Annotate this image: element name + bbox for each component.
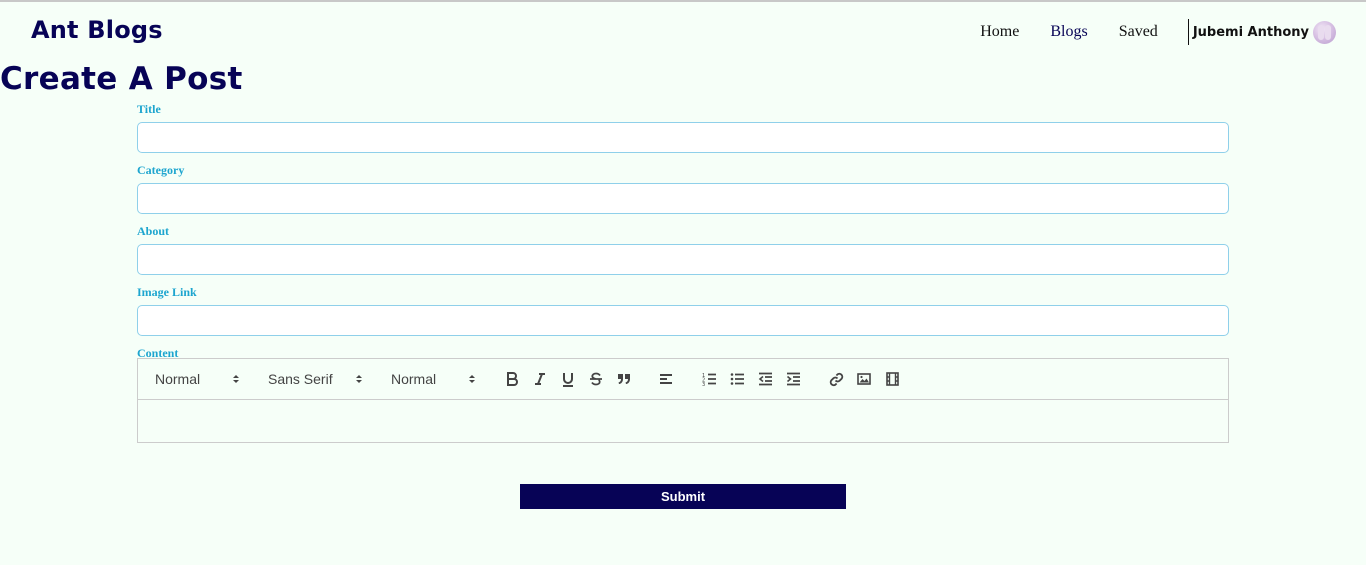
nav-home[interactable]: Home [980, 23, 1019, 41]
updown-arrow-icon [356, 375, 362, 383]
brand-logo[interactable]: Ant Blogs [31, 16, 163, 44]
image-link-label: Image Link [137, 285, 197, 299]
size-picker[interactable]: Normal [391, 371, 475, 387]
size-picker-label: Normal [391, 371, 437, 387]
user-name[interactable]: Jubemi Anthony [1193, 25, 1309, 40]
submit-button[interactable]: Submit [520, 484, 846, 509]
about-input[interactable] [137, 244, 1229, 275]
updown-arrow-icon [233, 375, 239, 383]
top-nav: Home Blogs Saved Jubemi Anthony [949, 19, 1336, 45]
svg-text:3: 3 [702, 382, 705, 386]
blockquote-icon[interactable] [614, 369, 634, 389]
font-picker[interactable]: Sans Serif [268, 371, 362, 387]
strikethrough-icon[interactable] [586, 369, 606, 389]
bullet-list-icon[interactable] [727, 369, 747, 389]
nav-divider [1187, 19, 1189, 45]
avatar[interactable] [1313, 20, 1336, 44]
bold-icon[interactable] [502, 369, 522, 389]
editor-toolbar: Normal Sans Serif Normal 1 2 3 [138, 359, 1228, 400]
updown-arrow-icon [469, 375, 475, 383]
ordered-list-icon[interactable]: 123 [699, 369, 719, 389]
nav-blogs[interactable]: Blogs [1050, 23, 1087, 41]
page-title: Create A Post [0, 61, 243, 97]
link-icon[interactable] [826, 369, 846, 389]
align-left-icon[interactable] [656, 369, 676, 389]
nav-saved[interactable]: Saved [1119, 23, 1158, 41]
font-picker-label: Sans Serif [268, 371, 333, 387]
heading-picker[interactable]: Normal [155, 371, 239, 387]
create-post-form: Title Category About Image Link Content … [137, 100, 1229, 443]
outdent-icon[interactable] [755, 369, 775, 389]
title-input[interactable] [137, 122, 1229, 153]
about-label: About [137, 224, 170, 238]
indent-icon[interactable] [783, 369, 803, 389]
category-label: Category [137, 163, 185, 177]
rich-text-editor: Normal Sans Serif Normal 1 2 3 [137, 358, 1229, 443]
image-link-input[interactable] [137, 305, 1229, 336]
image-icon[interactable] [854, 369, 874, 389]
heading-picker-label: Normal [155, 371, 201, 387]
editor-content-area[interactable] [138, 400, 1228, 442]
italic-icon[interactable] [530, 369, 550, 389]
title-label: Title [137, 102, 161, 116]
underline-icon[interactable] [558, 369, 578, 389]
video-icon[interactable] [882, 369, 902, 389]
category-input[interactable] [137, 183, 1229, 214]
